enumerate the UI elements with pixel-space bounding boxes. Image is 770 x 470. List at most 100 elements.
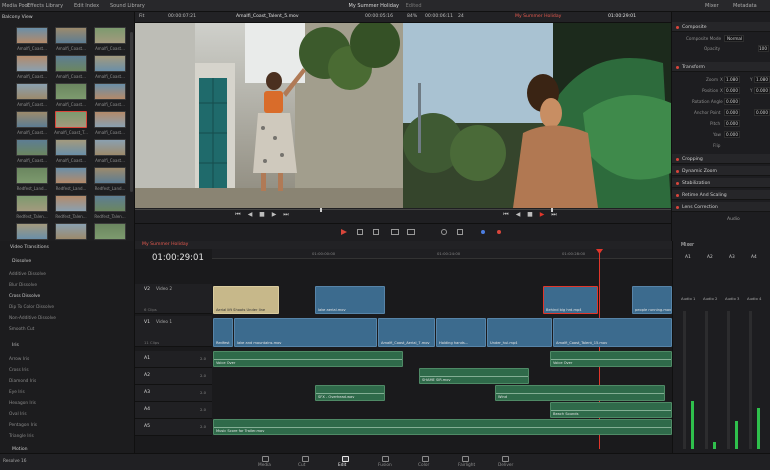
media-thumbnail[interactable]	[55, 167, 87, 184]
page-color-label[interactable]: Color	[418, 463, 429, 468]
retime-section[interactable]: Retime And Scaling	[672, 190, 770, 200]
link-icon[interactable]	[457, 229, 463, 235]
timeline-tab[interactable]: My Summer Holiday	[142, 242, 188, 247]
media-thumbnail[interactable]	[55, 195, 87, 212]
transition-item[interactable]: Eye Iris	[9, 390, 25, 395]
page-cut-label[interactable]: Cut	[298, 463, 305, 468]
media-thumbnail[interactable]	[16, 111, 48, 128]
cropping-section[interactable]: Cropping	[672, 154, 770, 164]
media-thumbnail[interactable]	[16, 55, 48, 72]
page-fusion-label[interactable]: Fusion	[378, 463, 392, 468]
skip-back-icon[interactable]: ⏮	[235, 212, 241, 218]
dynamic-zoom-section[interactable]: Dynamic Zoom	[672, 166, 770, 176]
media-thumbnail[interactable]	[55, 223, 87, 240]
transition-item[interactable]: Non-Additive Dissolve	[9, 316, 56, 321]
viewer-zoom[interactable]: 84%	[407, 14, 417, 19]
blade-tool-icon[interactable]	[373, 229, 379, 235]
transform-section[interactable]: Transform	[672, 62, 770, 72]
media-thumbnail[interactable]	[94, 27, 126, 44]
transition-item[interactable]: Oval Iris	[9, 412, 27, 417]
skip-forward-icon[interactable]: ⏭	[283, 212, 289, 218]
overwrite-clip-icon[interactable]	[407, 229, 415, 235]
marker-icon[interactable]	[497, 230, 501, 234]
a5-clip-a[interactable]: Music Score for Trailer.mov	[213, 419, 672, 435]
media-pool-scrollbar[interactable]	[130, 32, 133, 192]
media-thumbnail[interactable]	[94, 55, 126, 72]
zoom-y-value[interactable]: 1.080	[754, 76, 770, 83]
media-thumbnail[interactable]	[55, 139, 87, 156]
timeline-scrubber[interactable]	[403, 209, 671, 210]
media-thumbnail[interactable]	[16, 83, 48, 100]
media-thumbnail[interactable]	[16, 195, 48, 212]
trim-tool-icon[interactable]	[357, 229, 363, 235]
a3-clip-b[interactable]: Wind	[495, 385, 665, 401]
v1-track-name[interactable]: Video 1	[156, 320, 172, 325]
snapping-icon[interactable]	[441, 229, 447, 235]
page-edit-icon[interactable]	[342, 456, 349, 462]
transition-item[interactable]: Additive Dissolve	[9, 272, 46, 277]
source-fit[interactable]: Fit	[139, 14, 144, 19]
media-thumbnail[interactable]	[55, 55, 87, 72]
mixer-tab[interactable]: Mixer	[705, 3, 719, 9]
lens-correction-section[interactable]: Lens Correction	[672, 202, 770, 212]
stop-icon[interactable]: ■	[527, 212, 533, 218]
composite-mode-select[interactable]: Normal	[724, 35, 744, 42]
transition-item[interactable]: Blur Dissolve	[9, 283, 37, 288]
transition-item[interactable]: Smooth Cut	[9, 327, 34, 332]
media-thumbnail[interactable]	[94, 195, 126, 212]
transition-item[interactable]: Cross Dissolve	[9, 294, 40, 299]
v2-clip-a[interactable]: Aerial lift Shoots Under line	[213, 286, 279, 314]
anchor-y-value[interactable]: 0.000	[754, 109, 770, 116]
a1-clip-b[interactable]: Voice Over	[550, 351, 672, 367]
video-transitions-header[interactable]: Video Transitions	[10, 245, 49, 250]
transition-item[interactable]: Hexagon Iris	[9, 401, 36, 406]
v1-clip-b[interactable]: lake and mountains.mov	[234, 318, 377, 347]
transition-item[interactable]: Arrow Iris	[9, 357, 29, 362]
page-cut-icon[interactable]	[302, 456, 309, 462]
v1-clip-a[interactable]: Redfest	[213, 318, 233, 347]
page-media-label[interactable]: Media	[258, 463, 271, 468]
media-thumbnail[interactable]	[16, 167, 48, 184]
rotation-value[interactable]: 0.000	[724, 98, 740, 105]
page-media-icon[interactable]	[262, 456, 269, 462]
v2-clip-d[interactable]: people running.mov	[632, 286, 672, 314]
v2-clip-b[interactable]: lake aerial.mov	[315, 286, 385, 314]
transition-item[interactable]: Pentagon Iris	[9, 423, 37, 428]
page-fusion-icon[interactable]	[382, 456, 389, 462]
v1-clip-e[interactable]: Under_hul.mp4	[487, 318, 552, 347]
v2-track-name[interactable]: Video 2	[156, 287, 172, 292]
opacity-value[interactable]: 100	[758, 45, 769, 52]
v1-clip-f[interactable]: Amalfi_Coast_Talent_15.mov	[553, 318, 672, 347]
yaw-value[interactable]: 0.000	[724, 131, 740, 138]
media-thumbnail[interactable]	[94, 139, 126, 156]
page-fairlight-icon[interactable]	[462, 456, 469, 462]
source-viewer[interactable]	[135, 23, 403, 208]
play-icon[interactable]: ▶	[271, 212, 277, 218]
a1-clip-a[interactable]: Voice Over	[213, 351, 403, 367]
stabilization-section[interactable]: Stabilization	[672, 178, 770, 188]
media-thumbnail[interactable]	[16, 223, 48, 240]
media-thumbnail[interactable]	[94, 111, 126, 128]
play-reverse-icon[interactable]: ◀	[247, 212, 253, 218]
stop-icon[interactable]: ■	[259, 212, 265, 218]
zoom-x-value[interactable]: 1.080	[724, 76, 740, 83]
transition-item[interactable]: Dip To Color Dissolve	[9, 305, 54, 310]
media-thumbnail[interactable]	[94, 223, 126, 240]
selection-tool-icon[interactable]	[341, 229, 347, 235]
media-thumbnail[interactable]	[55, 83, 87, 100]
transition-item[interactable]: Triangle Iris	[9, 434, 34, 439]
metadata-tab[interactable]: Metadata	[733, 3, 757, 9]
timeline-ruler[interactable]: 01:00:00:00 01:00:24:00 01:00:28:00	[212, 249, 672, 259]
page-fairlight-label[interactable]: Fairlight	[458, 463, 475, 468]
play-reverse-icon[interactable]: ◀	[515, 212, 521, 218]
media-thumbnail[interactable]	[55, 27, 87, 44]
pitch-value[interactable]: 0.000	[724, 120, 740, 127]
source-scrubber[interactable]	[135, 209, 403, 210]
composite-section[interactable]: Composite	[672, 22, 770, 32]
transition-item[interactable]: Diamond Iris	[9, 379, 36, 384]
position-x-value[interactable]: 0.000	[724, 87, 740, 94]
transition-item[interactable]: Cross Iris	[9, 368, 29, 373]
position-y-value[interactable]: 0.000	[754, 87, 770, 94]
page-deliver-icon[interactable]	[502, 456, 509, 462]
media-thumbnail[interactable]	[55, 111, 87, 128]
